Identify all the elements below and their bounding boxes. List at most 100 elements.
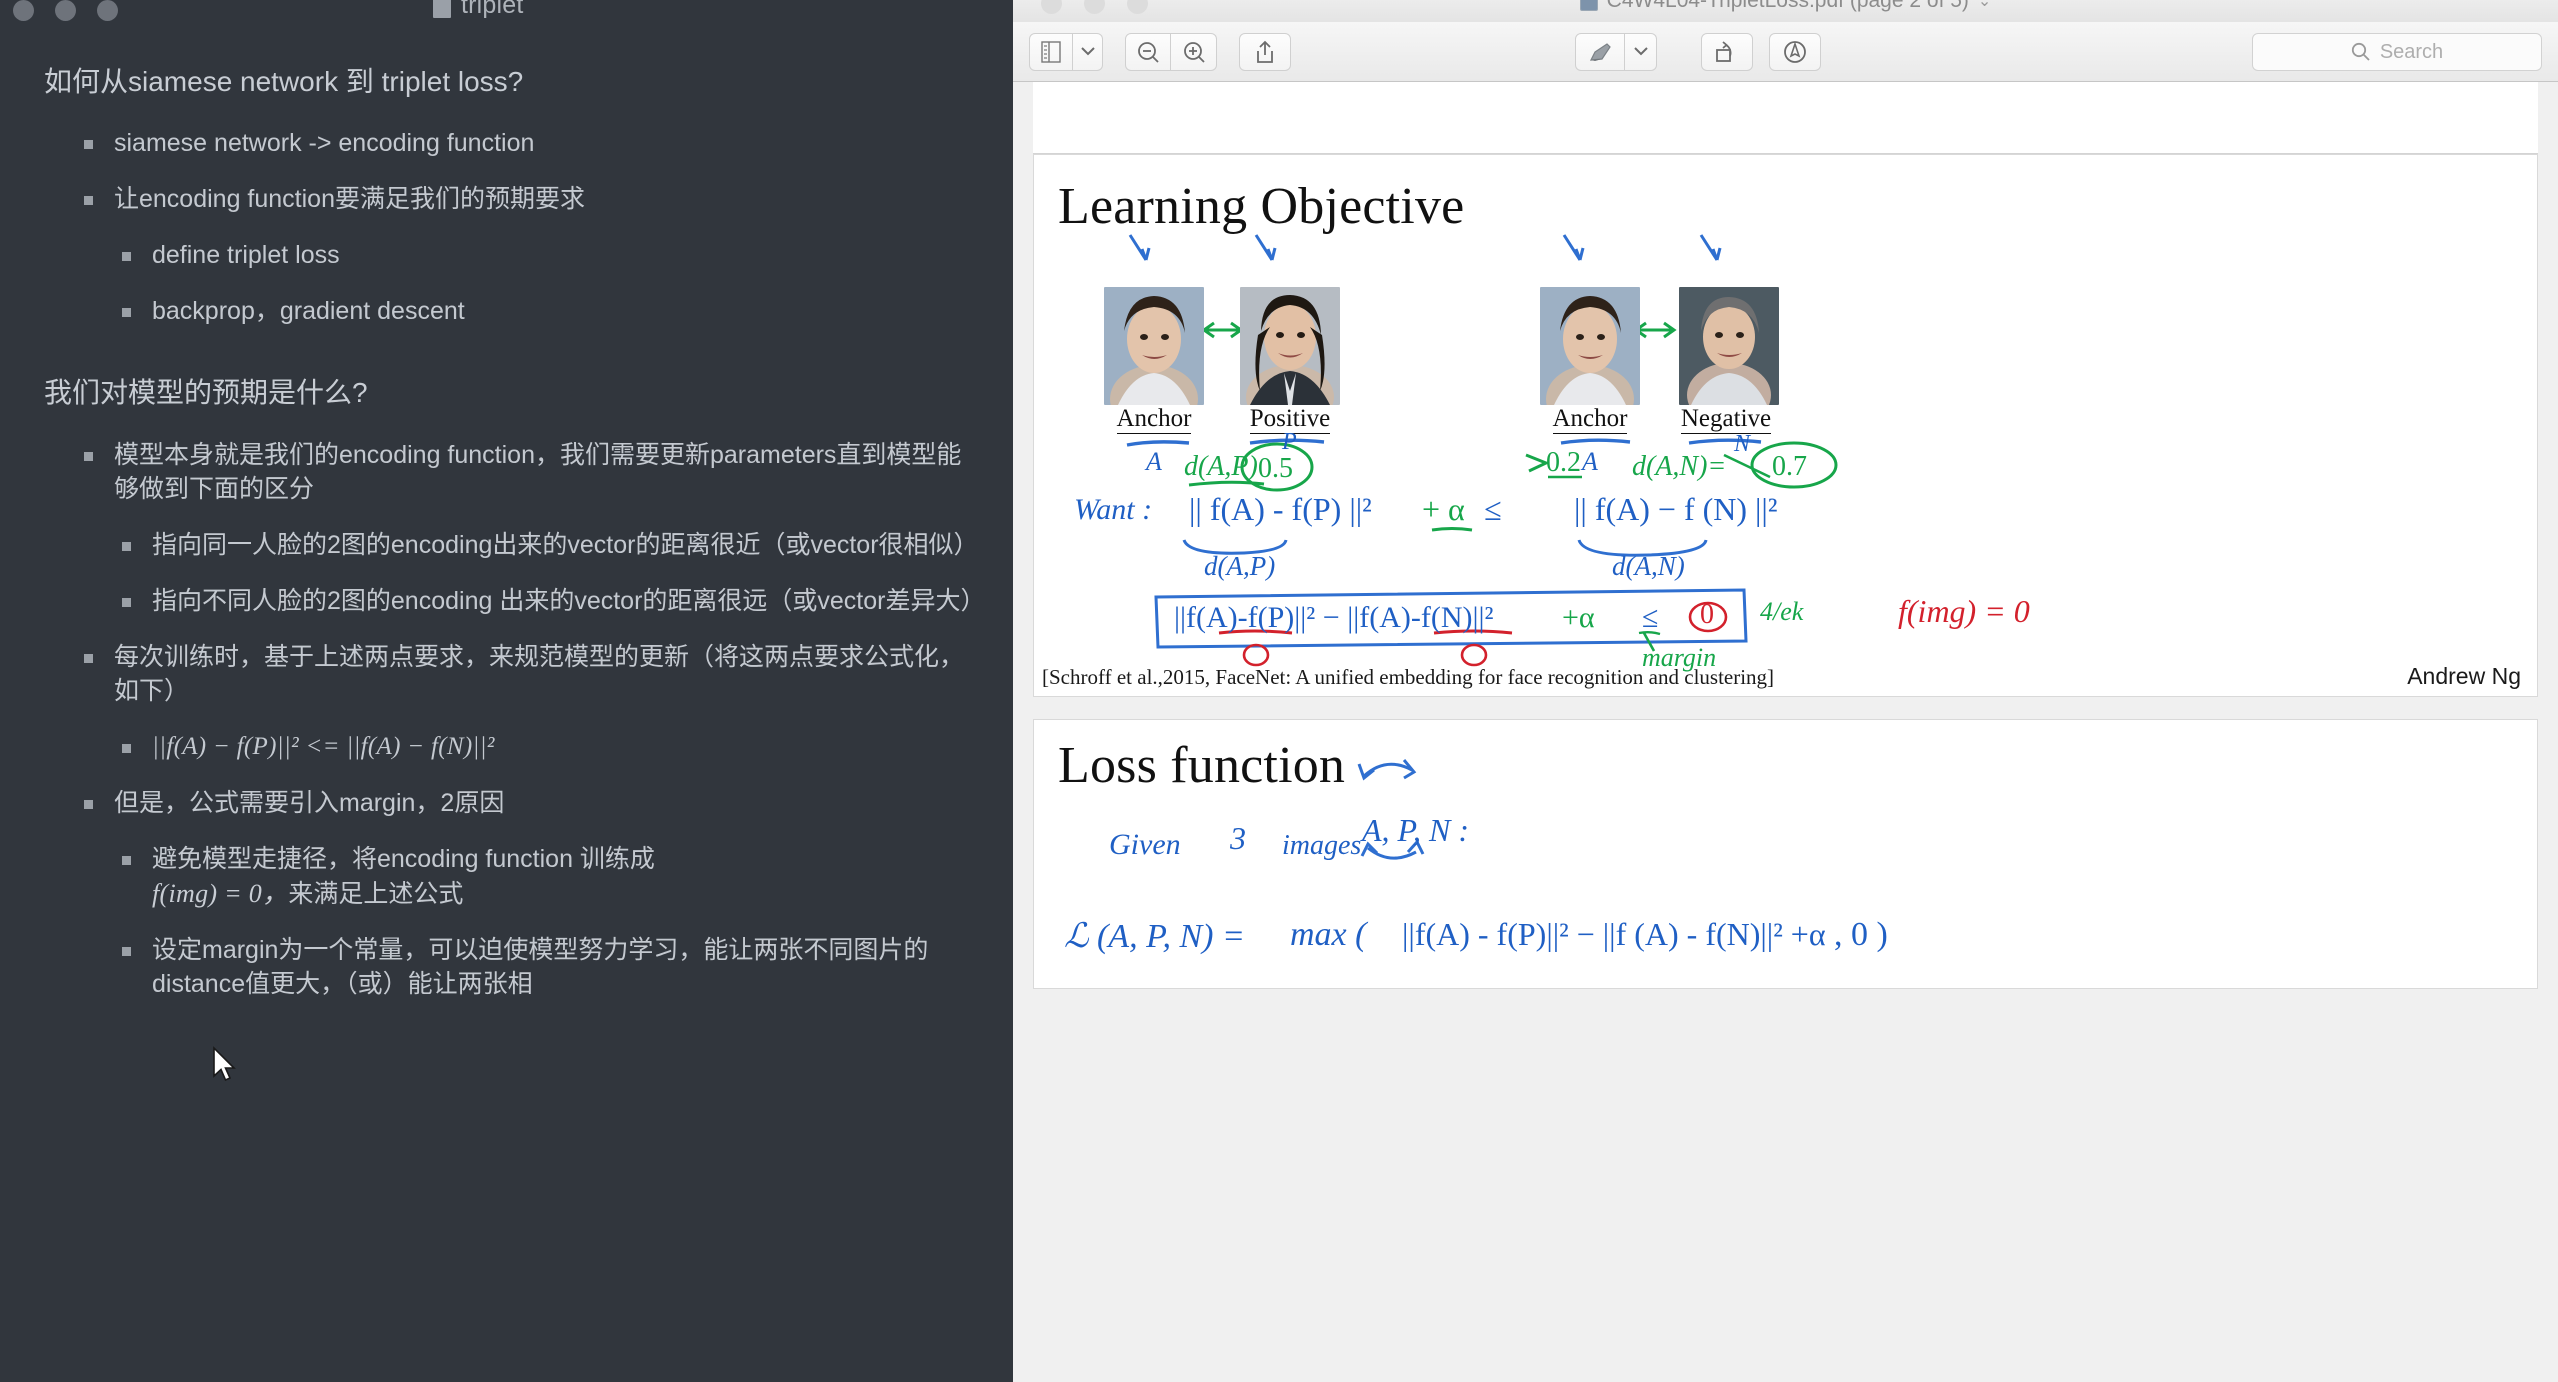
note-sublist-1: define triplet loss backprop，gradient de… <box>122 238 985 328</box>
face-image-negative <box>1679 287 1779 405</box>
chevron-down-icon[interactable]: ⌄ <box>1978 0 1991 11</box>
minimize-button[interactable] <box>55 0 76 21</box>
annotation-dAP-brace: d(A,P) <box>1204 551 1276 581</box>
annotation-4-ek: 4/ek <box>1760 597 1804 626</box>
note-tab-triplet[interactable]: triplet <box>433 0 524 20</box>
annotation-zero: 0 <box>1700 599 1714 630</box>
sidebar-icon <box>1041 40 1061 63</box>
list-item-formula: ||f(A) − f(P)||² <= ||f(A) − f(N)||² <box>122 730 985 764</box>
annotation-leq-1: ≤ <box>1484 491 1502 527</box>
annotation-given: Given <box>1109 828 1181 861</box>
markup-button[interactable] <box>1769 32 1821 71</box>
list-item: 模型本身就是我们的encoding function，我们需要更新paramet… <box>84 438 985 506</box>
list-item: siamese network -> encoding function <box>84 126 985 160</box>
chevron-down-icon <box>1080 47 1095 56</box>
annotation-dAN: d(A,N)= <box>1632 451 1727 482</box>
annotation-A-left: A <box>1146 447 1162 476</box>
note-tab-label: triplet <box>461 0 524 19</box>
face-image-anchor-2 <box>1540 287 1640 405</box>
note-content: 如何从siamese network 到 triplet loss? siame… <box>0 64 1013 1001</box>
preview-toolbar: Search <box>1013 22 2558 82</box>
sidebar-view-control[interactable] <box>1029 32 1103 71</box>
pdf-page-loss-function: Loss function Given 3 images A, P, N: ℒ… <box>1033 719 2538 989</box>
annotation-P: P <box>1282 429 1297 455</box>
highlighter-icon <box>1589 42 1611 61</box>
zoom-in-button[interactable] <box>1171 32 1217 71</box>
face-image-anchor-1 <box>1104 287 1204 405</box>
rotate-button[interactable] <box>1701 32 1753 71</box>
sidebar-button[interactable] <box>1029 32 1073 71</box>
share-button[interactable] <box>1239 32 1291 71</box>
list-item: 每次训练时，基于上述两点要求，来规范模型的更新（将这两点要求公式化，如下） <box>84 640 985 708</box>
sidebar-dropdown-button[interactable] <box>1073 32 1103 71</box>
note-sublist-2c: 避免模型走捷径，将encoding function 训练成 f(img) = … <box>122 842 985 1001</box>
annotation-plus-alpha: + α <box>1422 491 1465 527</box>
chevron-down-icon <box>1633 47 1648 56</box>
preview-window-title: C4W4L04-TripletLoss.pdf (page 2 of 5) ⌄ <box>1013 0 2558 13</box>
pdf-document-icon <box>1579 0 1598 11</box>
underline-stroke <box>1431 527 1473 532</box>
list-item: define triplet loss <box>122 238 985 272</box>
annotation-N: N <box>1734 431 1751 457</box>
circle-annotation <box>1460 643 1488 667</box>
caption-anchor-1: Anchor <box>1116 405 1192 434</box>
annotation-three: 3 <box>1230 820 1246 856</box>
pdf-scroll-area[interactable]: Learning Objective Anchor Positive Ancho… <box>1013 82 2558 1381</box>
strike-stroke <box>1723 453 1771 479</box>
highlight-dropdown-button[interactable] <box>1625 32 1657 71</box>
list-item: 设定margin为一个常量，可以迫使模型努力学习，能让两张不同图片的distan… <box>122 933 985 1001</box>
note-list-section-2: 模型本身就是我们的encoding function，我们需要更新paramet… <box>84 438 986 1001</box>
annotation-A-right: A <box>1582 447 1598 476</box>
zoom-out-button[interactable] <box>1125 32 1171 71</box>
annotation-fimg-zero: f(img) = 0⃗ <box>1898 593 2055 629</box>
down-arrow-icon <box>1562 234 1585 261</box>
annotation-max-close: , 0 ) <box>1834 916 1888 953</box>
annotation-dAP: d(A,P) <box>1184 451 1258 482</box>
list-item-text-a: 避免模型走捷径，将encoding function 训练成 <box>152 844 655 873</box>
preview-app-window: C4W4L04-TripletLoss.pdf (page 2 of 5) ⌄ <box>1013 0 2558 1382</box>
list-item-mixed: 避免模型走捷径，将encoding function 训练成 f(img) = … <box>122 842 985 911</box>
markup-pen-icon <box>1784 40 1806 63</box>
list-item: 但是，公式需要引入margin，2原因 <box>84 786 985 820</box>
caption-anchor-2: Anchor <box>1552 405 1628 434</box>
circle-annotation <box>1242 643 1270 667</box>
note-sublist-2a: 指向同一人脸的2图的encoding出来的vector的距离很近（或vector… <box>122 528 986 618</box>
search-placeholder: Search <box>2379 40 2444 63</box>
list-item: backprop，gradient descent <box>122 294 985 328</box>
highlight-control[interactable] <box>1575 32 1657 71</box>
annotation-images: images <box>1282 830 1362 861</box>
annotation-final-formula: ||f(A)-f(P)||² − ||f(A)-f(N)||² <box>1174 601 1494 634</box>
list-item: 指向同一人脸的2图的encoding出来的vector的距离很近（或vector… <box>122 528 985 562</box>
list-item: 让encoding function要满足我们的预期要求 <box>84 182 985 216</box>
window-traffic-lights[interactable] <box>13 0 118 21</box>
close-button[interactable] <box>13 0 34 21</box>
list-item-text-b: 来满足上述公式 <box>288 879 464 908</box>
annotation-value-0-2: 0.2 <box>1546 447 1581 478</box>
highlight-button[interactable] <box>1575 32 1625 71</box>
zoom-button[interactable] <box>97 0 118 21</box>
search-field[interactable]: Search <box>2252 33 2542 71</box>
annotation-max-open: max ( <box>1290 916 1367 953</box>
down-arrow-icon <box>1254 234 1277 261</box>
search-icon <box>2351 42 2370 61</box>
list-item-formula: f(img) = 0， <box>152 878 289 908</box>
zoom-out-icon <box>1138 41 1159 63</box>
arrow-icon <box>1525 453 1550 473</box>
zoom-in-icon <box>1183 41 1205 63</box>
desktop-screen: triplet 如何从siamese network 到 triplet los… <box>0 0 2558 1382</box>
down-arrow-icon <box>1699 234 1722 261</box>
note-sublist-2b: ||f(A) − f(P)||² <= ||f(A) − f(N)||² <box>122 730 985 764</box>
annotation-value-0-7: 0.7 <box>1772 451 1807 482</box>
annotation-final-alpha: +α <box>1562 601 1595 634</box>
preview-title-text: C4W4L04-TripletLoss.pdf (page 2 of 5) <box>1606 0 1969 12</box>
slide-citation: [Schroff et al.,2015, FaceNet: A unified… <box>1042 665 1775 689</box>
annotation-value-0-5: 0.5 <box>1258 453 1293 484</box>
annotation-dAN-brace: d(A,N) <box>1612 551 1685 581</box>
annotation-leq-2: ≤ <box>1642 601 1659 634</box>
share-icon <box>1257 40 1273 63</box>
document-icon <box>433 0 451 18</box>
zoom-controls[interactable] <box>1125 32 1217 71</box>
note-app-window: triplet 如何从siamese network 到 triplet los… <box>0 0 1013 1382</box>
rotate-left-icon <box>1716 40 1732 62</box>
annotation-loss-inner: ||f(A) - f(P)||² − ||f (A) - f(N)||² +α <box>1402 916 1826 952</box>
